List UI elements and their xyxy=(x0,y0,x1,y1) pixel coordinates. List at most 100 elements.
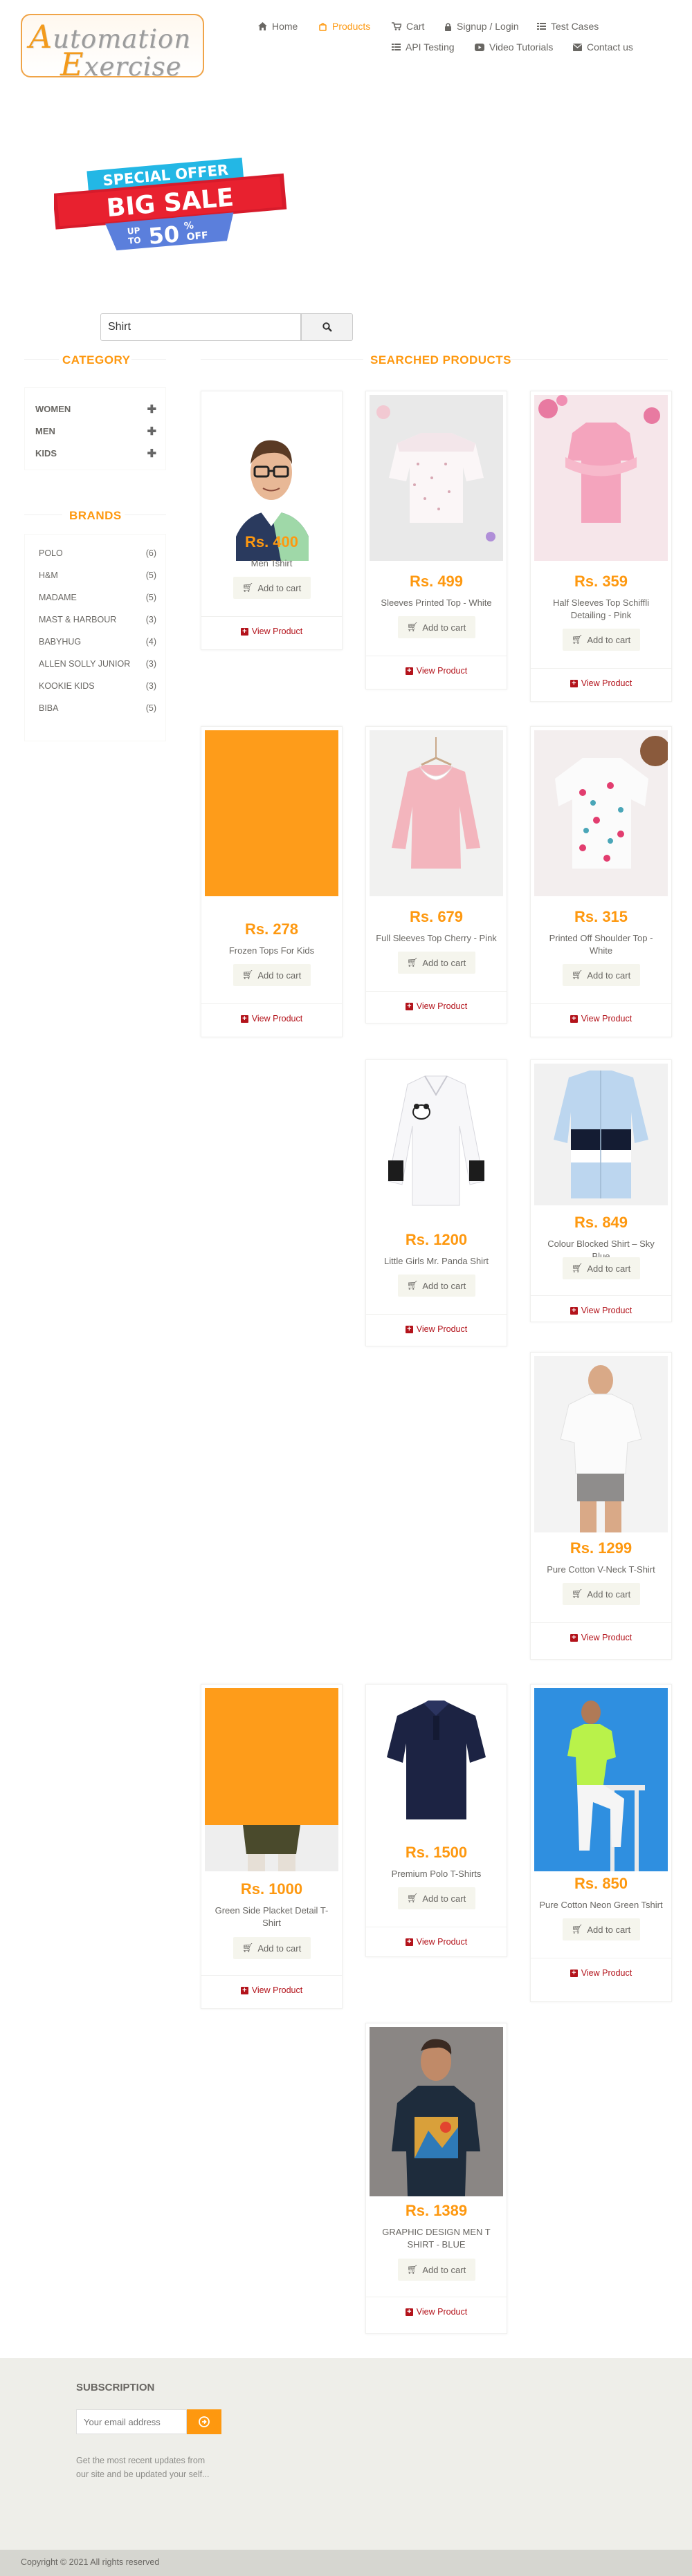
subscribe-button[interactable] xyxy=(187,2409,221,2434)
brand-item-babyhug[interactable]: BABYHUG (4) xyxy=(39,637,156,647)
plus-square-icon: + xyxy=(405,2308,413,2316)
site-logo[interactable]: Automation Exercise xyxy=(21,14,204,77)
add-to-cart-button[interactable]: 🛒︎ Add to cart xyxy=(562,1257,640,1279)
lock-icon xyxy=(445,22,451,31)
product-image-full-sleeves-top[interactable] xyxy=(370,730,503,896)
add-to-cart-button[interactable]: 🛒︎ Add to cart xyxy=(562,1583,640,1605)
plus-square-icon: + xyxy=(570,679,578,687)
add-to-cart-button[interactable]: 🛒︎ Add to cart xyxy=(397,1275,475,1297)
product-name: Sleeves Printed Top - White xyxy=(381,597,492,608)
plus-square-icon: + xyxy=(405,1938,413,1946)
product-image-premium-polo[interactable] xyxy=(370,1688,503,1844)
add-to-cart-button[interactable]: 🛒︎ Add to cart xyxy=(562,1918,640,1940)
add-to-cart-button[interactable]: 🛒︎ Add to cart xyxy=(562,964,640,986)
envelope-icon xyxy=(573,43,582,51)
brand-item-kookie-kids[interactable]: KOOKIE KIDS (3) xyxy=(39,681,156,691)
banner-percent-sign: % xyxy=(183,220,194,232)
add-to-cart-button[interactable]: 🛒︎ Add to cart xyxy=(397,616,475,638)
product-card: Rs. 315 Printed Off Shoulder Top - White… xyxy=(530,726,672,1037)
nav-test-cases[interactable]: Test Cases xyxy=(537,21,599,32)
category-item-kids[interactable]: KIDS ✚ xyxy=(35,448,156,460)
view-product-link[interactable]: + View Product xyxy=(531,1014,671,1023)
card-divider xyxy=(201,1975,342,1976)
product-card: Rs. 278 Frozen Tops For Kids 🛒︎ Add to ca… xyxy=(201,726,343,1037)
add-to-cart-button[interactable]: 🛒︎ Add to cart xyxy=(562,629,640,651)
brand-item-polo[interactable]: POLO (6) xyxy=(39,548,156,558)
view-product-link[interactable]: + View Product xyxy=(366,666,507,676)
cart-icon xyxy=(392,22,401,30)
view-product-link[interactable]: + View Product xyxy=(366,1937,507,1947)
product-photo xyxy=(370,1688,503,1844)
plus-square-icon: + xyxy=(240,627,248,636)
list-icon xyxy=(392,44,401,50)
add-to-cart-button[interactable]: 🛒︎ Add to cart xyxy=(233,1937,311,1959)
sale-banner: SPECIAL OFFER BIG SALE UP TO 50 % OFF xyxy=(53,149,289,259)
view-product-link[interactable]: + View Product xyxy=(531,1968,671,1978)
brands-panel: POLO (6) H&M (5) MADAME (5) MAST & HARBOUR (… xyxy=(24,534,166,741)
product-image-pure-cotton-vneck[interactable] xyxy=(534,1356,668,1532)
product-price: Rs. 1389 xyxy=(405,2202,468,2219)
nav-cart[interactable]: Cart xyxy=(392,21,424,32)
brand-count: (3) xyxy=(145,681,156,691)
brand-item-madame[interactable]: MADAME (5) xyxy=(39,593,156,602)
add-to-cart-button[interactable]: 🛒︎ Add to cart xyxy=(397,2259,475,2281)
product-image-frozen-tops[interactable] xyxy=(205,730,338,896)
cart-icon: 🛒︎ xyxy=(242,1943,254,1953)
view-product-link[interactable]: + View Product xyxy=(531,1306,671,1315)
brand-name: H&M xyxy=(39,571,58,580)
add-to-cart-button[interactable]: 🛒︎ Add to cart xyxy=(397,1887,475,1909)
product-name: Pure Cotton Neon Green Tshirt xyxy=(539,1900,663,1910)
view-product-link[interactable]: + View Product xyxy=(201,627,342,636)
category-item-men[interactable]: MEN ✚ xyxy=(35,426,156,438)
nav-api-testing-label: API Testing xyxy=(406,41,455,53)
product-image-neon-green-tshirt[interactable] xyxy=(534,1688,668,1871)
nav-api-testing[interactable]: API Testing xyxy=(392,41,455,53)
product-card: Rs. 850 Pure Cotton Neon Green Tshirt 🛒︎… xyxy=(530,1684,672,2002)
product-image-green-side-placket[interactable] xyxy=(205,1688,338,1871)
product-photo xyxy=(534,1064,668,1205)
search-input[interactable] xyxy=(100,313,301,341)
add-to-cart-button[interactable]: 🛒︎ Add to cart xyxy=(397,952,475,974)
view-product-link[interactable]: + View Product xyxy=(201,1985,342,1995)
product-photo xyxy=(370,1064,503,1230)
add-to-cart-button[interactable]: 🛒︎ Add to cart xyxy=(233,577,311,599)
nav-products[interactable]: Products xyxy=(318,21,370,32)
cart-icon: 🛒︎ xyxy=(406,1893,419,1903)
product-image-printed-off-shoulder-top[interactable] xyxy=(534,730,668,896)
nav-test-cases-label: Test Cases xyxy=(551,21,599,32)
view-product-link[interactable]: + View Product xyxy=(366,1001,507,1011)
view-product-link[interactable]: + View Product xyxy=(531,1633,671,1642)
product-image-half-sleeves-top[interactable] xyxy=(534,395,668,561)
nav-signup-login[interactable]: Signup / Login xyxy=(444,21,519,32)
product-image-panda-shirt[interactable] xyxy=(370,1064,503,1230)
nav-video-tutorials[interactable]: Video Tutorials xyxy=(475,41,553,53)
view-product-label: View Product xyxy=(251,1014,303,1023)
subscription-email-input[interactable] xyxy=(76,2409,187,2434)
home-icon xyxy=(258,22,267,30)
nav-home[interactable]: Home xyxy=(258,21,298,32)
card-divider xyxy=(531,1622,671,1623)
add-to-cart-button[interactable]: 🛒︎ Add to cart xyxy=(233,964,311,986)
view-product-label: View Product xyxy=(251,1985,303,1995)
nav-home-label: Home xyxy=(272,21,298,32)
product-image-colour-blocked-shirt[interactable] xyxy=(534,1064,668,1205)
brand-item-biba[interactable]: BIBA (5) xyxy=(39,703,156,713)
view-product-link[interactable]: + View Product xyxy=(201,1014,342,1023)
category-item-women[interactable]: WOMEN ✚ xyxy=(35,404,156,416)
view-product-link[interactable]: + View Product xyxy=(366,2307,507,2317)
add-to-cart-label: Add to cart xyxy=(587,970,631,981)
brand-item-mast-harbour[interactable]: MAST & HARBOUR (3) xyxy=(39,615,156,624)
logo-line-2: Exercise xyxy=(60,46,182,77)
nav-contact-us[interactable]: Contact us xyxy=(573,41,633,53)
brand-item-allen-solly-junior[interactable]: ALLEN SOLLY JUNIOR (3) xyxy=(39,659,156,669)
product-name: Pure Cotton V-Neck T-Shirt xyxy=(547,1564,655,1575)
product-price: Rs. 679 xyxy=(409,908,464,925)
cart-icon: 🛒︎ xyxy=(571,1588,583,1599)
brand-name: KOOKIE KIDS xyxy=(39,681,95,691)
brand-item-hm[interactable]: H&M (5) xyxy=(39,571,156,580)
search-button[interactable] xyxy=(301,313,353,341)
product-image-graphic-design-tshirt[interactable] xyxy=(370,2027,503,2196)
product-image-sleeves-printed-top[interactable] xyxy=(370,395,503,561)
view-product-link[interactable]: + View Product xyxy=(366,1324,507,1334)
view-product-link[interactable]: + View Product xyxy=(531,678,671,688)
